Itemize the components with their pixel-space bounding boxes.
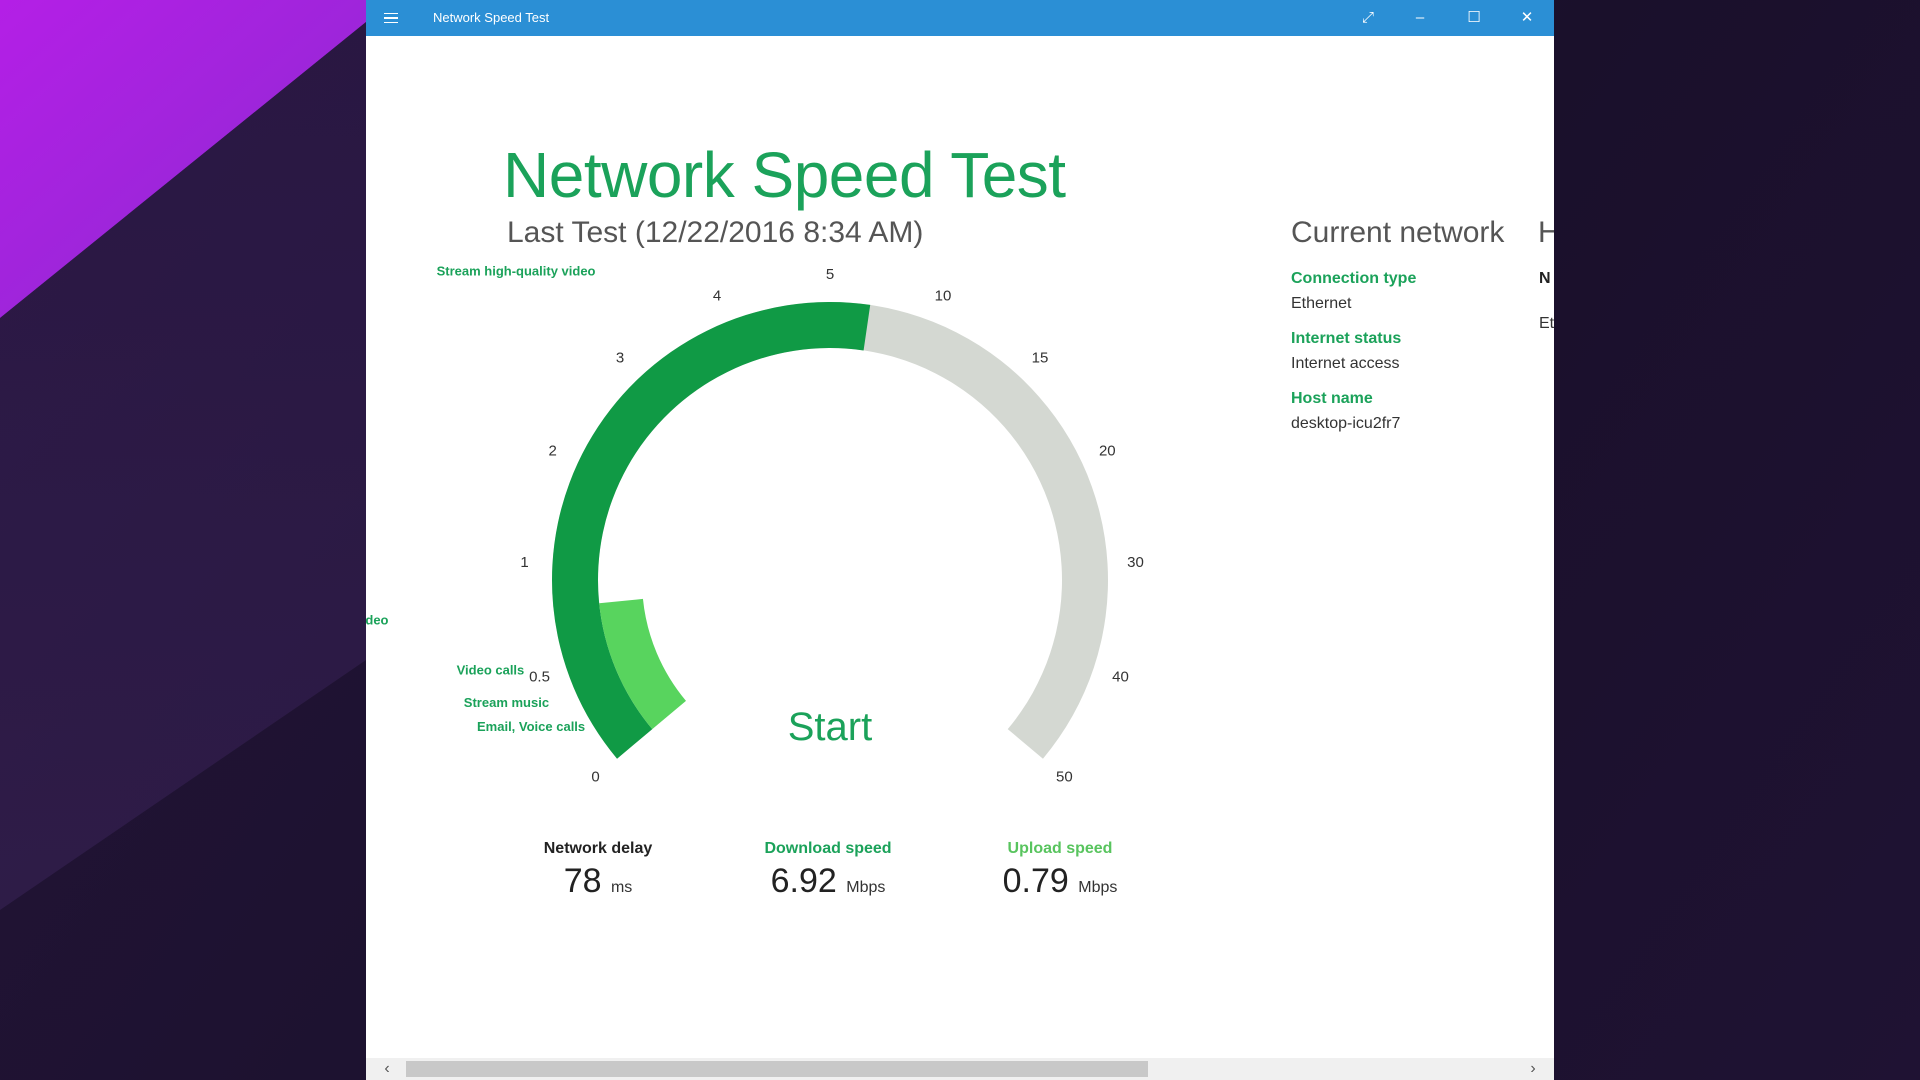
upload-speed-stat: Upload speed 0.79 Mbps xyxy=(950,840,1170,901)
host-name-value: desktop-icu2fr7 xyxy=(1291,415,1401,432)
scroll-left-arrow-icon[interactable]: ‹ xyxy=(376,1058,398,1080)
upload-speed-value: 0.79 xyxy=(1002,862,1069,900)
scroll-right-arrow-icon[interactable]: › xyxy=(1522,1058,1544,1080)
network-delay-stat: Network delay 78 ms xyxy=(488,840,708,901)
host-name-label: Host name xyxy=(1291,390,1373,407)
gauge-tick-label: 5 xyxy=(826,266,834,283)
gauge-tick-label: 10 xyxy=(935,288,952,305)
activity-label: Email, Voice calls xyxy=(477,719,585,734)
gauge-tick-label: 1 xyxy=(520,554,528,571)
activity-label: Video calls xyxy=(457,662,525,677)
gauge-tick-label: 40 xyxy=(1112,668,1129,685)
gauge-tick-label: 15 xyxy=(1032,349,1049,366)
connection-type-label: Connection type xyxy=(1291,270,1417,287)
next-panel-label-cut: N xyxy=(1539,270,1551,287)
scrollbar-thumb[interactable] xyxy=(406,1061,1148,1077)
download-speed-unit: Mbps xyxy=(846,879,886,896)
gauge-tick-label: 2 xyxy=(549,443,557,460)
connection-type-value: Ethernet xyxy=(1291,295,1352,312)
activity-label: Stream music xyxy=(464,695,549,710)
download-arc xyxy=(551,301,871,759)
speed-gauge: 0 0.5 1 2 3 4 5 10 15 20 30 40 50 Stream high-qualit… xyxy=(366,264,1144,786)
download-speed-stat: Download speed 6.92 Mbps xyxy=(718,840,938,901)
upload-speed-unit: Mbps xyxy=(1078,879,1118,896)
internet-status-label: Internet status xyxy=(1291,330,1402,347)
gauge-tick-label: 50 xyxy=(1056,769,1073,786)
gauge-tick-label: 30 xyxy=(1127,554,1144,571)
horizontal-scrollbar[interactable]: ‹ › xyxy=(366,1058,1554,1080)
upload-speed-label: Upload speed xyxy=(1007,840,1113,857)
start-button[interactable]: Start xyxy=(788,705,872,749)
download-speed-value: 6.92 xyxy=(770,862,837,900)
current-network-title: Current network xyxy=(1291,216,1505,249)
gauge-tick-label: 3 xyxy=(616,349,624,366)
activity-label: Stream high-quality video xyxy=(437,264,596,279)
gauge-tick-label: 0.5 xyxy=(529,668,550,685)
gauge-tick-label: 20 xyxy=(1099,443,1116,460)
network-delay-label: Network delay xyxy=(543,840,653,857)
network-delay-unit: ms xyxy=(610,879,633,896)
gauge-tick-label: 0 xyxy=(591,769,599,786)
next-panel-title-cut: H xyxy=(1538,216,1554,249)
gauge-tick-label: 4 xyxy=(713,288,721,305)
internet-status-value: Internet access xyxy=(1291,355,1400,372)
network-delay-value: 78 xyxy=(563,862,602,900)
next-panel-value-cut: Et xyxy=(1539,315,1554,332)
download-speed-label: Download speed xyxy=(764,840,892,857)
activity-label: Stream low-quality video xyxy=(366,613,389,628)
app-window: Network Speed Test ⤢ – ☐ ✕ Network Speed… xyxy=(366,0,1554,1080)
